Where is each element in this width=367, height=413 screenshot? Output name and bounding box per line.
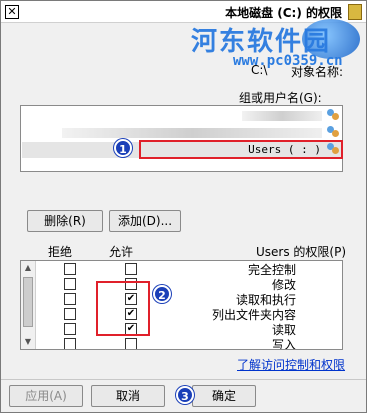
allow-checkbox[interactable]: [125, 263, 137, 275]
permissions-dialog: ✕ 本地磁盘 (C:) 的权限 河东软件园 www.pc0359.cn 对象名称…: [0, 0, 367, 413]
step-badge-3: 3: [176, 386, 194, 404]
object-name-value: C:\: [251, 63, 268, 77]
permissions-header: Users 的权限(P): [256, 245, 347, 259]
allow-column-label: 允许: [109, 245, 134, 259]
list-item[interactable]: [22, 125, 343, 141]
deny-checkbox[interactable]: [64, 278, 76, 290]
permissions-list: ▲ ▼ 完全控制 修改 读取和执行 ✔ 列出文件夹内容 ✔ 读取 ✔ 写入: [20, 260, 343, 350]
permission-row: 修改: [37, 276, 342, 292]
access-control-help-link[interactable]: 了解访问控制和权限: [237, 356, 345, 373]
highlight-box-allow: [96, 281, 150, 336]
step-badge-1: 1: [114, 139, 132, 157]
permission-row: 读取和执行 ✔: [37, 291, 342, 307]
add-button[interactable]: 添加(D)...: [109, 210, 181, 232]
title-bar: ✕ 本地磁盘 (C:) 的权限: [1, 1, 366, 23]
list-item[interactable]: [22, 108, 343, 124]
groups-label: 组或用户名(G):: [239, 91, 322, 105]
permission-name: 写入: [271, 338, 296, 350]
deny-checkbox[interactable]: [64, 263, 76, 275]
redacted-text: [62, 128, 322, 138]
deny-checkbox[interactable]: [64, 323, 76, 335]
deny-column-label: 拒绝: [48, 245, 73, 259]
user-group-icon: [326, 108, 340, 122]
cancel-button[interactable]: 取消: [91, 385, 165, 407]
remove-button[interactable]: 删除(R): [27, 210, 103, 232]
divider: [1, 379, 366, 380]
object-name-label: 对象名称:: [291, 65, 344, 79]
folder-icon: [348, 4, 362, 20]
scrollbar[interactable]: ▲ ▼: [21, 261, 36, 349]
group-list[interactable]: Users ( : ): [20, 105, 343, 172]
permission-row: 读取 ✔: [37, 321, 342, 337]
permission-row: 写入: [37, 336, 342, 350]
highlight-box-users: [139, 140, 343, 159]
scroll-down-icon[interactable]: ▼: [23, 337, 33, 347]
deny-checkbox[interactable]: [64, 338, 76, 349]
deny-checkbox[interactable]: [64, 293, 76, 305]
allow-checkbox[interactable]: [125, 338, 137, 349]
user-group-icon: [326, 125, 340, 139]
step-badge-2: 2: [153, 285, 171, 303]
close-button[interactable]: ✕: [5, 5, 19, 19]
scroll-thumb[interactable]: [23, 277, 33, 327]
ok-button[interactable]: 确定: [192, 385, 256, 407]
scroll-up-icon[interactable]: ▲: [23, 263, 33, 273]
permission-row: 列出文件夹内容 ✔: [37, 306, 342, 322]
apply-button[interactable]: 应用(A): [9, 385, 83, 407]
deny-checkbox[interactable]: [64, 308, 76, 320]
permission-row: 完全控制: [37, 261, 342, 277]
redacted-text: [242, 111, 322, 121]
